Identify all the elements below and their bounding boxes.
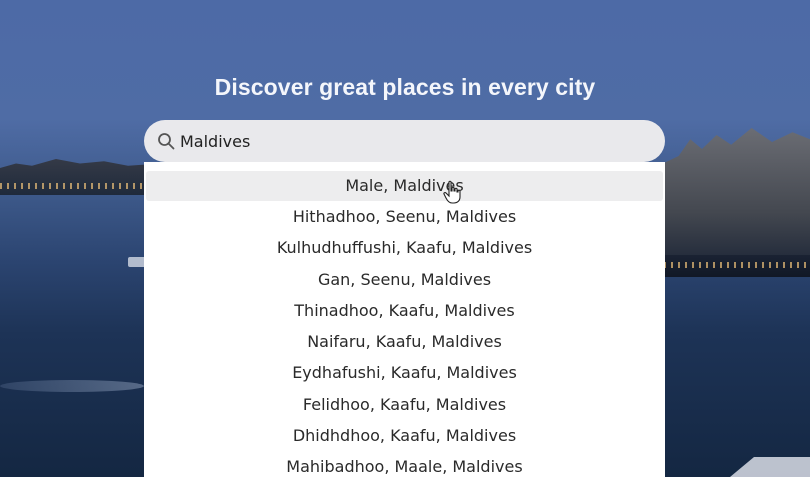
boat-wake: [0, 380, 144, 392]
search-input[interactable]: [180, 131, 640, 151]
suggestion-item[interactable]: Mahibadhoo, Maale, Maldives: [144, 451, 665, 477]
suggestion-item[interactable]: Kulhudhuffushi, Kaafu, Maldives: [144, 232, 665, 263]
suggestion-item[interactable]: Naifaru, Kaafu, Maldives: [144, 326, 665, 357]
suggestion-item[interactable]: Gan, Seenu, Maldives: [144, 264, 665, 295]
ship-deck: [730, 457, 810, 477]
search-icon: [156, 131, 176, 151]
shore-lights-right: [664, 262, 810, 268]
search-bar[interactable]: [144, 120, 665, 162]
hand-cursor-icon: [443, 180, 461, 204]
page-headline: Discover great places in every city: [214, 74, 596, 100]
suggestions-dropdown: Male, Maldives Hithadhoo, Seenu, Maldive…: [144, 162, 665, 477]
suggestion-item[interactable]: Felidhoo, Kaafu, Maldives: [144, 389, 665, 420]
suggestion-item[interactable]: Dhidhdhoo, Kaafu, Maldives: [144, 420, 665, 451]
shore-lights-left: [0, 183, 150, 189]
suggestion-item[interactable]: Eydhafushi, Kaafu, Maldives: [144, 357, 665, 388]
city-skyline-right: [664, 128, 810, 268]
suggestion-item[interactable]: Male, Maldives: [146, 171, 663, 201]
suggestion-item[interactable]: Thinadhoo, Kaafu, Maldives: [144, 295, 665, 326]
suggestion-item[interactable]: Hithadhoo, Seenu, Maldives: [144, 201, 665, 232]
